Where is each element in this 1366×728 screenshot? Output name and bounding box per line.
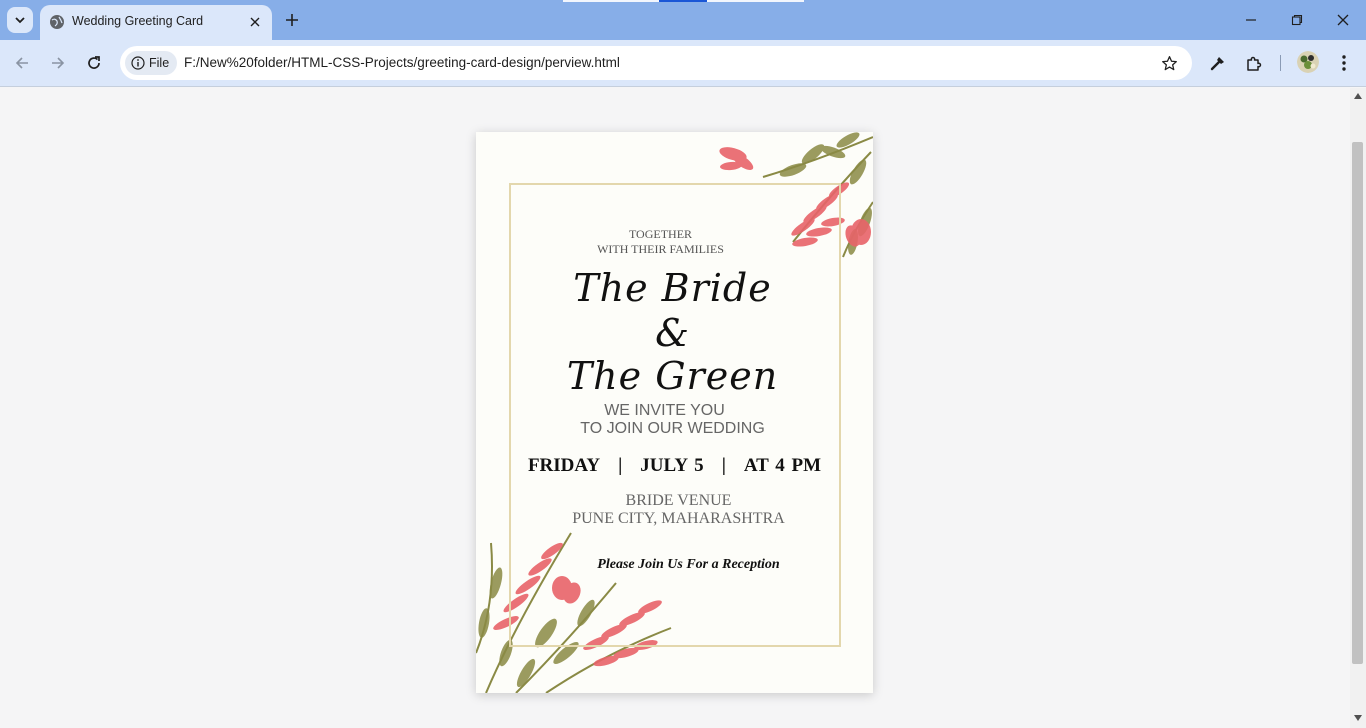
wedding-time: AT 4 PM <box>743 455 822 476</box>
toolbar-separator <box>1280 55 1281 71</box>
date-row: FRIDAY | JULY 5 | AT 4 PM <box>476 455 873 477</box>
scroll-down-arrow[interactable] <box>1354 714 1362 722</box>
avatar-image <box>1297 51 1319 73</box>
restore-button[interactable] <box>1274 0 1320 40</box>
date-separator: | <box>618 455 623 476</box>
invite-line-2: TO JOIN OUR WEDDING <box>580 420 765 437</box>
close-window-button[interactable] <box>1320 0 1366 40</box>
invite-line-1: WE INVITE YOU <box>604 402 725 419</box>
scroll-up-arrow[interactable] <box>1354 92 1362 100</box>
date-separator: | <box>721 455 726 476</box>
greeting-card: TOGETHER WITH THEIR FAMILIES The Bride &… <box>476 132 873 693</box>
venue-name: BRIDE VENUE <box>625 492 732 509</box>
puzzle-icon <box>1247 56 1262 71</box>
wedding-day: FRIDAY <box>527 455 601 476</box>
url-text[interactable]: F:/New%20folder/HTML-CSS-Projects/greeti… <box>184 55 620 70</box>
back-arrow-icon <box>15 57 28 69</box>
top-edge-marker <box>563 0 659 2</box>
tab-title: Wedding Greeting Card <box>72 14 204 28</box>
triangle-up-icon <box>1354 93 1362 99</box>
minimize-icon <box>1246 19 1256 21</box>
star-icon <box>1161 55 1177 70</box>
site-info-label: File <box>149 56 170 70</box>
extensions-button[interactable] <box>1241 50 1267 76</box>
with-families-text: WITH THEIR FAMILIES <box>597 242 724 256</box>
address-bar[interactable]: File F:/New%20folder/HTML-CSS-Projects/g… <box>120 46 1192 80</box>
top-edge-marker <box>707 0 804 2</box>
tab-search-button[interactable] <box>7 7 33 33</box>
back-button[interactable] <box>8 49 36 77</box>
browser-toolbar: File F:/New%20folder/HTML-CSS-Projects/g… <box>0 40 1366 87</box>
page-viewport: TOGETHER WITH THEIR FAMILIES The Bride &… <box>0 88 1350 728</box>
eyedropper-icon <box>1210 57 1224 71</box>
restore-icon <box>1291 14 1303 26</box>
profile-avatar[interactable] <box>1297 51 1319 73</box>
site-info-chip[interactable]: File <box>125 51 178 75</box>
bride-name: The Bride <box>573 266 772 310</box>
kebab-menu-icon <box>1342 55 1346 71</box>
triangle-down-icon <box>1354 715 1362 721</box>
venue-city: PUNE CITY, MAHARASHTRA <box>572 510 785 527</box>
info-icon <box>131 56 145 70</box>
wedding-date: JULY 5 <box>640 455 704 476</box>
reception-note: Please Join Us For a Reception <box>597 557 780 572</box>
close-icon <box>1337 14 1349 26</box>
groom-name: The Green <box>566 354 779 398</box>
forward-arrow-icon <box>52 57 65 69</box>
tab-close-button[interactable] <box>246 13 264 31</box>
eyedropper-button[interactable] <box>1205 50 1231 76</box>
top-edge-marker-active <box>659 0 707 2</box>
ampersand: & <box>655 311 690 355</box>
bookmark-button[interactable] <box>1160 54 1178 72</box>
new-tab-button[interactable] <box>281 9 303 31</box>
forward-button[interactable] <box>44 49 72 77</box>
reload-button[interactable] <box>80 49 108 77</box>
tab-strip: Wedding Greeting Card <box>0 0 1366 40</box>
tab-search-icon <box>15 17 25 24</box>
close-icon <box>250 17 260 27</box>
globe-icon <box>50 15 64 29</box>
tab-active[interactable]: Wedding Greeting Card <box>40 5 272 40</box>
page-scrollbar[interactable] <box>1350 88 1366 728</box>
browser-menu-button[interactable] <box>1331 50 1357 76</box>
minimize-button[interactable] <box>1228 0 1274 40</box>
together-text: TOGETHER <box>628 227 693 241</box>
scrollbar-thumb[interactable] <box>1352 142 1363 664</box>
reload-icon <box>88 56 100 69</box>
plus-icon <box>286 14 298 26</box>
